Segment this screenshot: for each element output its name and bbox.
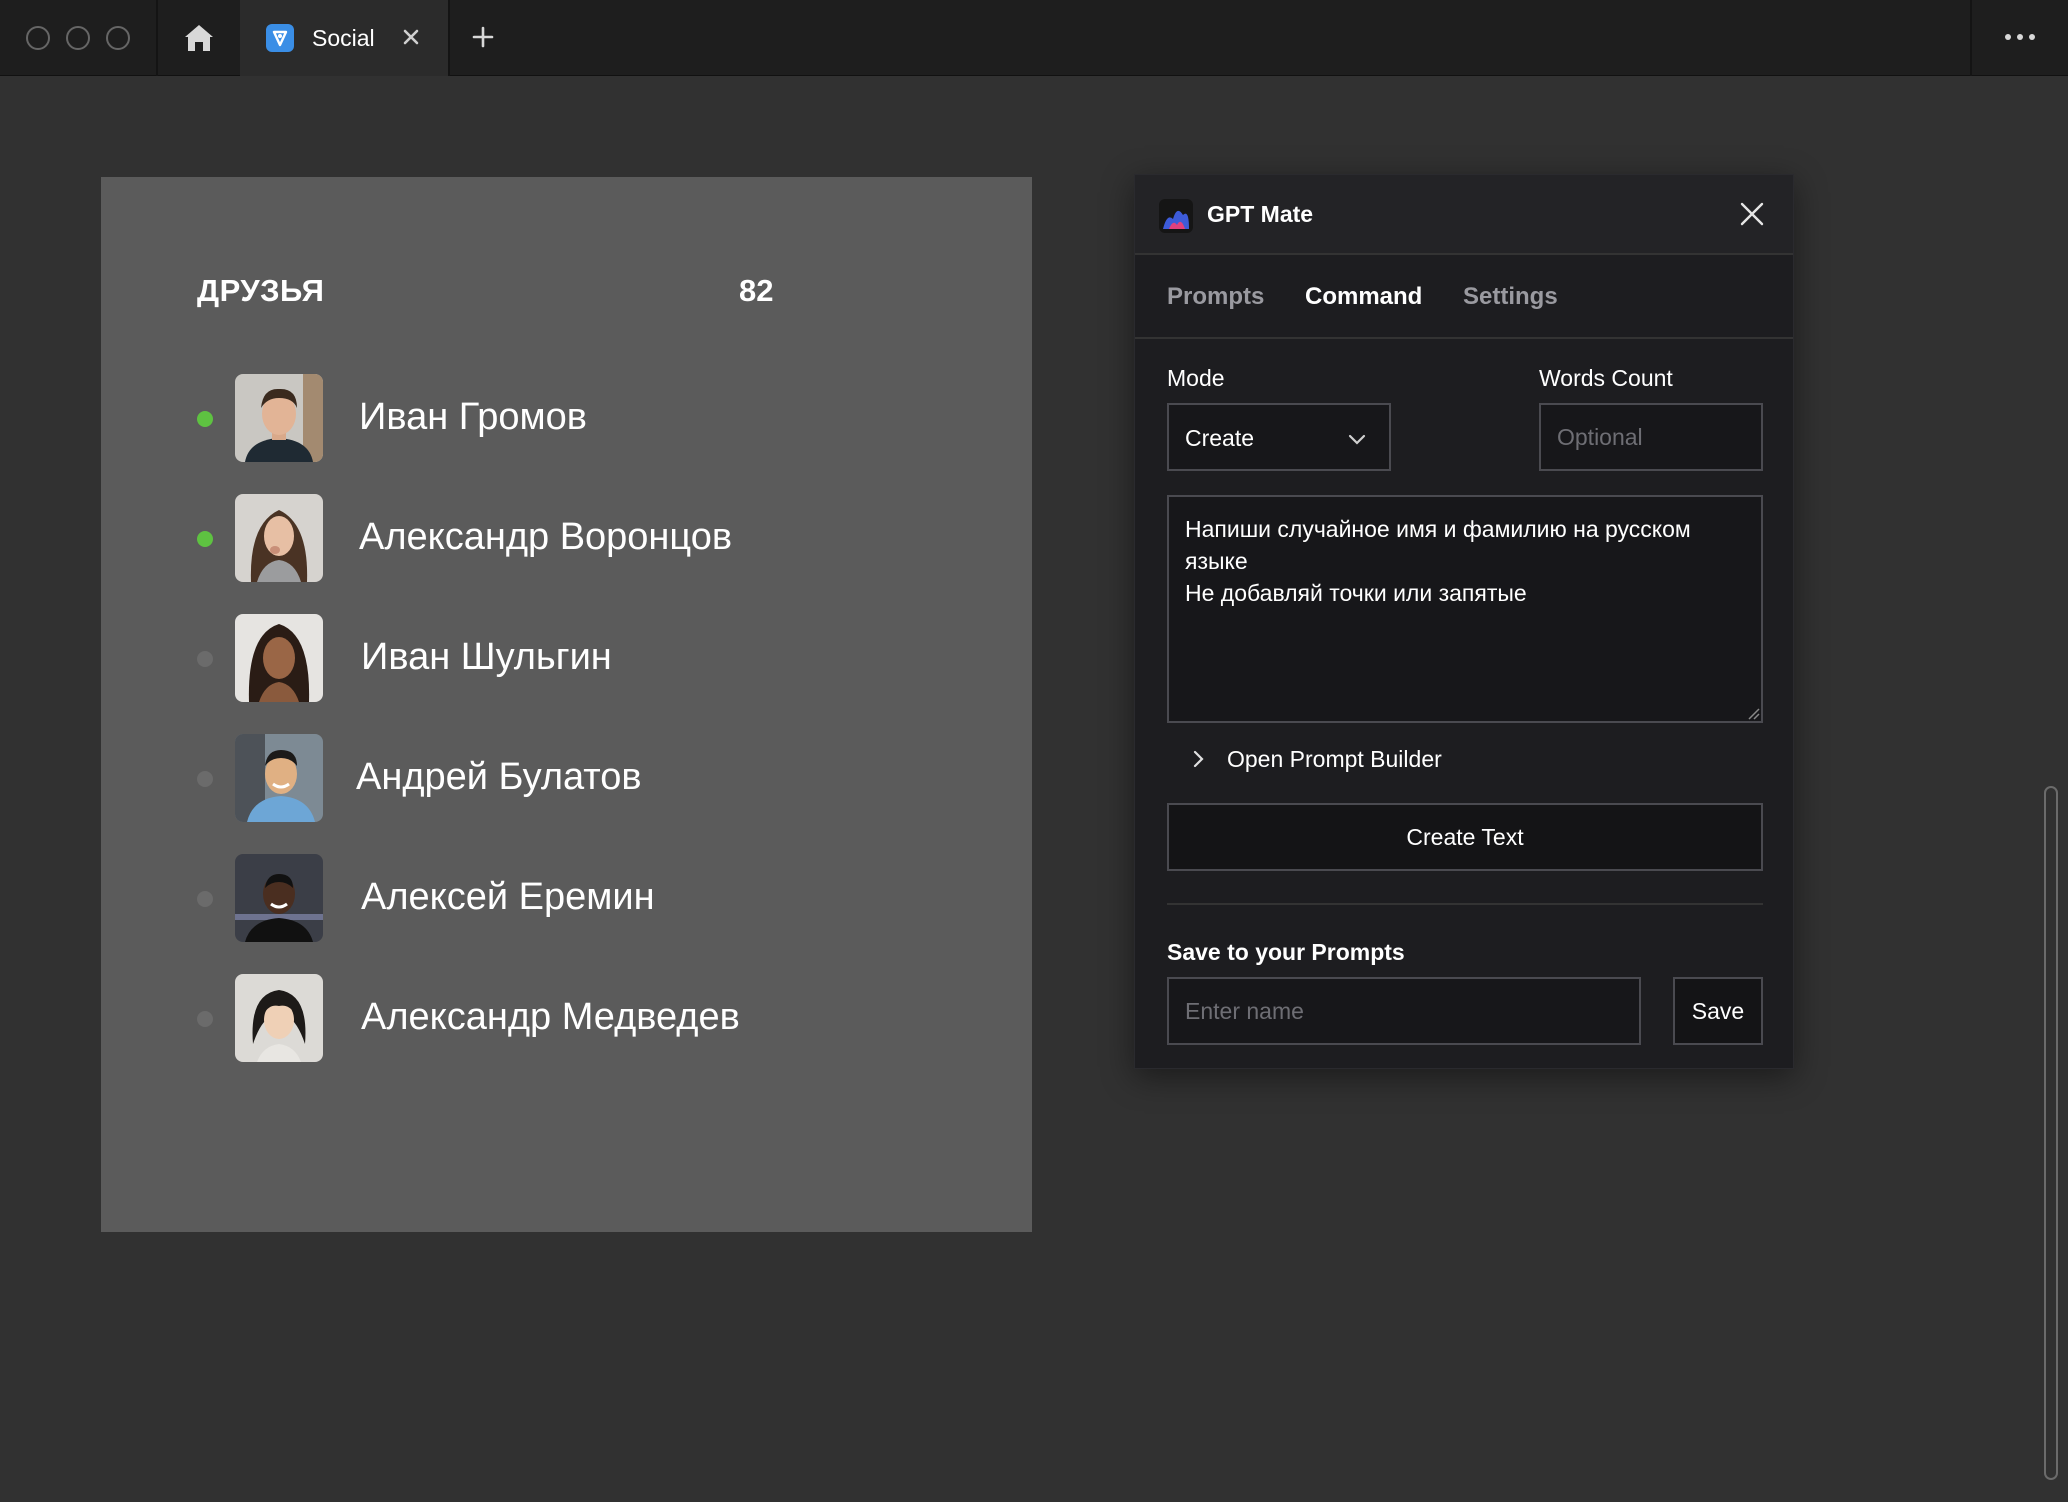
- friend-list-item[interactable]: Алексей Еремин: [101, 854, 1032, 944]
- window-close-button[interactable]: [26, 26, 50, 50]
- tab-social[interactable]: Social: [240, 0, 448, 76]
- save-prompts-heading: Save to your Prompts: [1167, 939, 1405, 965]
- tab-settings[interactable]: Settings: [1463, 283, 1558, 311]
- words-count-input[interactable]: [1539, 403, 1763, 471]
- open-prompt-builder-toggle[interactable]: Open Prompt Builder: [1187, 741, 1442, 777]
- online-status-dot: [197, 411, 213, 427]
- social-app-icon: [266, 24, 294, 52]
- resize-handle-icon[interactable]: [1747, 707, 1761, 721]
- tab-prompts[interactable]: Prompts: [1167, 283, 1264, 311]
- mode-select-value: Create: [1185, 425, 1255, 451]
- words-count-label: Words Count: [1539, 365, 1673, 391]
- window-minimize-button[interactable]: [66, 26, 90, 50]
- open-prompt-builder-label: Open Prompt Builder: [1227, 745, 1442, 772]
- avatar: [235, 374, 323, 462]
- chevron-right-icon: [1187, 748, 1209, 770]
- save-button[interactable]: Save: [1673, 977, 1763, 1045]
- tab-close-icon[interactable]: [396, 22, 426, 52]
- friend-list-item[interactable]: Иван Шульгин: [101, 614, 1032, 704]
- home-icon[interactable]: [182, 22, 216, 54]
- create-text-button[interactable]: Create Text: [1167, 803, 1763, 871]
- offline-status-dot: [197, 771, 213, 787]
- new-tab-plus-icon[interactable]: [468, 22, 498, 52]
- titlebar-divider: [156, 0, 158, 76]
- browser-titlebar: Social: [0, 0, 2068, 76]
- gpt-mate-header: GPT Mate: [1135, 175, 1793, 255]
- titlebar-divider: [448, 0, 450, 76]
- offline-status-dot: [197, 651, 213, 667]
- window-zoom-button[interactable]: [106, 26, 130, 50]
- friend-name[interactable]: Иван Шульгин: [361, 634, 612, 680]
- friend-list-item[interactable]: Александр Медведев: [101, 974, 1032, 1064]
- prompt-textarea[interactable]: Напиши случайное имя и фамилию на русско…: [1167, 495, 1763, 723]
- close-icon[interactable]: [1737, 199, 1767, 229]
- online-status-dot: [197, 531, 213, 547]
- avatar: [235, 974, 323, 1062]
- friend-name[interactable]: Андрей Булатов: [356, 754, 642, 800]
- chevron-down-icon: [1345, 427, 1369, 451]
- friend-name[interactable]: Алексей Еремин: [361, 874, 655, 920]
- avatar: [235, 614, 323, 702]
- gpt-mate-panel: GPT Mate Prompts Command Settings Mode W…: [1134, 174, 1794, 1069]
- friend-name[interactable]: Александр Медведев: [361, 994, 740, 1040]
- gpt-mate-logo-icon: [1159, 199, 1193, 233]
- offline-status-dot: [197, 1011, 213, 1027]
- avatar: [235, 734, 323, 822]
- mode-select[interactable]: Create: [1167, 403, 1391, 471]
- friends-heading: ДРУЗЬЯ: [197, 273, 325, 308]
- panel-tabs: Prompts Command Settings: [1135, 257, 1793, 339]
- friend-name[interactable]: Иван Громов: [359, 394, 587, 440]
- friend-list-item[interactable]: Иван Громов: [101, 374, 1032, 464]
- friend-name[interactable]: Александр Воронцов: [359, 514, 732, 560]
- mode-label: Mode: [1167, 365, 1225, 391]
- friends-count: 82: [739, 273, 774, 308]
- avatar: [235, 494, 323, 582]
- panel-title: GPT Mate: [1207, 201, 1314, 227]
- tab-command[interactable]: Command: [1305, 283, 1422, 311]
- divider: [1167, 903, 1763, 905]
- titlebar-divider: [1970, 0, 1972, 76]
- friends-panel: ДРУЗЬЯ 82 Иван Громов Александр Воронцов…: [101, 177, 1032, 1232]
- tab-label: Social: [312, 25, 375, 51]
- more-options-icon[interactable]: [1996, 22, 2044, 52]
- avatar: [235, 854, 323, 942]
- friend-list-item[interactable]: Андрей Булатов: [101, 734, 1032, 824]
- page-scrollbar[interactable]: [2044, 786, 2058, 1480]
- offline-status-dot: [197, 891, 213, 907]
- friend-list-item[interactable]: Александр Воронцов: [101, 494, 1032, 584]
- prompt-name-input[interactable]: [1167, 977, 1641, 1045]
